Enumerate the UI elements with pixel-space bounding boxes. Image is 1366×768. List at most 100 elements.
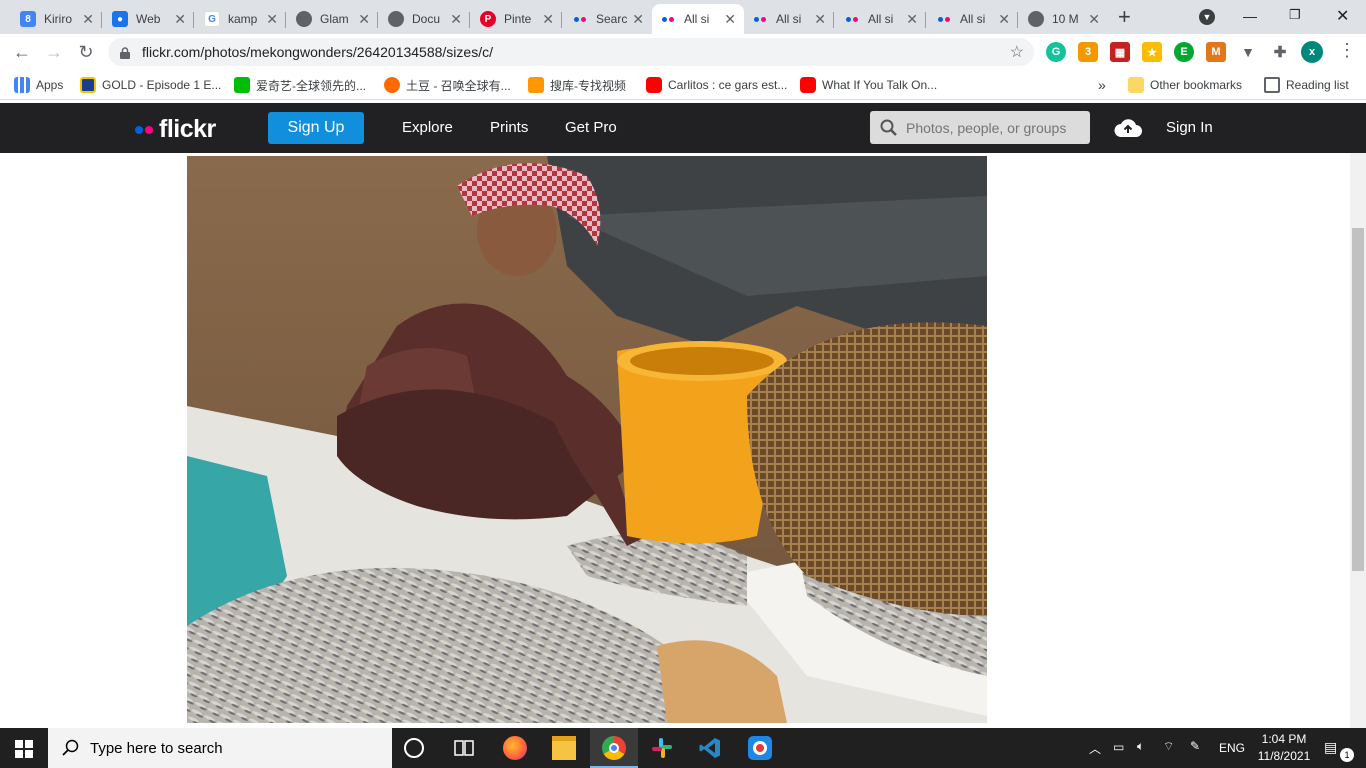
new-tab-button[interactable]: + xyxy=(1118,4,1131,30)
chrome-taskbar-active[interactable] xyxy=(590,728,638,768)
browser-tab[interactable]: G kamp ✕ xyxy=(196,4,286,34)
bookmarks-bar: Apps GOLD - Episode 1 E... 爱奇艺-全球领先的... … xyxy=(0,70,1366,100)
other-bookmarks[interactable]: Other bookmarks xyxy=(1128,77,1242,93)
reload-button[interactable]: ↻ xyxy=(74,40,98,64)
browser-tab[interactable]: ● Web ✕ xyxy=(104,4,194,34)
restore-button[interactable]: ❐ xyxy=(1289,7,1301,23)
tab-title: Docu xyxy=(412,12,441,26)
close-tab-icon[interactable]: ✕ xyxy=(1088,11,1100,28)
tab-search-icon[interactable]: ▼ xyxy=(1199,9,1215,25)
flickr-logo[interactable]: flickr xyxy=(135,115,216,144)
metamask-extension-icon[interactable]: M xyxy=(1206,42,1226,62)
clock-time[interactable]: 1:04 PM xyxy=(1258,732,1310,746)
show-hidden-icons-chevron[interactable]: ︿ xyxy=(1089,740,1101,757)
lock-icon[interactable] xyxy=(120,46,130,59)
address-bar[interactable]: flickr.com/photos/mekongwonders/26420134… xyxy=(108,38,1034,66)
browser-tab[interactable]: Glam ✕ xyxy=(288,4,378,34)
close-tab-icon[interactable]: ✕ xyxy=(266,11,278,28)
browser-tab[interactable]: 10 M ✕ xyxy=(1020,4,1108,34)
sign-in-link[interactable]: Sign In xyxy=(1166,119,1213,136)
search-icon xyxy=(880,119,897,136)
volume-icon[interactable]: 🔈︎ xyxy=(1137,739,1144,754)
vscode-icon[interactable] xyxy=(698,736,722,760)
game-extension-icon[interactable]: ▦ xyxy=(1110,42,1130,62)
taskbar-search-box[interactable]: Type here to search xyxy=(48,728,392,768)
close-window-button[interactable]: ✕ xyxy=(1336,6,1349,26)
bookmark-item[interactable]: 搜库-专找视频 xyxy=(528,77,626,93)
main-photo[interactable] xyxy=(187,156,987,723)
get-pro-link[interactable]: Get Pro xyxy=(565,119,617,136)
browser-tab[interactable]: P Pinte ✕ xyxy=(472,4,562,34)
task-view-icon[interactable] xyxy=(452,736,476,760)
slack-icon[interactable] xyxy=(650,736,674,760)
bookmark-label: 土豆 - 召唤全球有... xyxy=(406,78,511,93)
close-tab-icon[interactable]: ✕ xyxy=(998,11,1010,28)
menu-kebab-icon[interactable]: ⋮ xyxy=(1338,40,1356,61)
explore-link[interactable]: Explore xyxy=(402,119,453,136)
rss-extension-icon[interactable]: 3 xyxy=(1078,42,1098,62)
windows-start-icon[interactable] xyxy=(15,740,33,761)
reading-list[interactable]: Reading list xyxy=(1264,77,1349,93)
extensions-puzzle-icon[interactable]: ✚ xyxy=(1270,42,1290,62)
cortana-icon[interactable] xyxy=(404,738,424,758)
grammarly-extension-icon[interactable]: G xyxy=(1046,42,1066,62)
upload-cloud-icon[interactable] xyxy=(1113,117,1143,142)
browser-tab[interactable]: All si ✕ xyxy=(836,4,926,34)
tab-title: Glam xyxy=(320,12,349,26)
bookmark-item[interactable]: Carlitos : ce gars est... xyxy=(646,77,787,93)
close-tab-icon[interactable]: ✕ xyxy=(450,11,462,28)
back-button[interactable]: ← xyxy=(10,40,34,64)
close-tab-icon[interactable]: ✕ xyxy=(174,11,186,28)
firefox-icon[interactable] xyxy=(503,736,527,760)
browser-tab[interactable]: Docu ✕ xyxy=(380,4,470,34)
scrollbar-thumb[interactable] xyxy=(1352,228,1364,571)
search-icon xyxy=(62,739,79,756)
flickr-icon xyxy=(660,11,676,27)
sign-up-button[interactable]: Sign Up xyxy=(268,112,364,144)
forward-button[interactable]: → xyxy=(42,40,66,64)
page-content xyxy=(0,153,1350,728)
pen-icon[interactable]: ✎ xyxy=(1190,739,1200,753)
browser-tab[interactable]: Searc ✕ xyxy=(564,4,652,34)
url-text[interactable]: flickr.com/photos/mekongwonders/26420134… xyxy=(142,44,493,60)
close-tab-icon[interactable]: ✕ xyxy=(632,11,644,28)
file-explorer-icon[interactable] xyxy=(552,736,576,760)
evernote-extension-icon[interactable]: E xyxy=(1174,42,1194,62)
profile-avatar[interactable]: x xyxy=(1301,41,1323,63)
star-extension-icon[interactable]: ★ xyxy=(1142,42,1162,62)
flickr-search-box[interactable] xyxy=(870,111,1090,144)
notifications-count-badge: 1 xyxy=(1340,748,1354,762)
browser-tab[interactable]: 8 Kiriro ✕ xyxy=(12,4,102,34)
clock-date[interactable]: 11/8/2021 xyxy=(1256,749,1312,763)
bookmark-apps[interactable]: Apps xyxy=(14,77,63,93)
close-tab-icon[interactable]: ✕ xyxy=(82,11,94,28)
screen-recorder-icon[interactable] xyxy=(748,736,772,760)
wifi-icon[interactable]: ⌔ xyxy=(1163,739,1174,754)
bookmarks-overflow-button[interactable]: » xyxy=(1098,77,1106,93)
close-tab-icon[interactable]: ✕ xyxy=(906,11,918,28)
flickr-icon xyxy=(844,11,860,27)
browser-tab-active[interactable]: All si ✕ xyxy=(652,4,744,34)
bookmark-item[interactable]: GOLD - Episode 1 E... xyxy=(80,77,221,93)
close-tab-icon[interactable]: ✕ xyxy=(724,11,736,28)
bookmark-label: Reading list xyxy=(1286,78,1349,92)
language-indicator[interactable]: ENG xyxy=(1219,741,1245,755)
tab-title: All si xyxy=(776,12,802,26)
close-tab-icon[interactable]: ✕ xyxy=(814,11,826,28)
close-tab-icon[interactable]: ✕ xyxy=(542,11,554,28)
browser-tab[interactable]: All si ✕ xyxy=(744,4,834,34)
bookmark-item[interactable]: What If You Talk On... xyxy=(800,77,937,93)
flickr-icon xyxy=(936,11,952,27)
flickr-search-input[interactable] xyxy=(906,119,1086,136)
close-tab-icon[interactable]: ✕ xyxy=(358,11,370,28)
bookmark-item[interactable]: 爱奇艺-全球领先的... xyxy=(234,77,366,93)
battery-icon[interactable]: ▭ xyxy=(1113,740,1124,754)
prints-link[interactable]: Prints xyxy=(490,119,528,136)
bookmark-star-icon[interactable]: ☆ xyxy=(1010,42,1024,62)
browser-tab[interactable]: All si ✕ xyxy=(928,4,1018,34)
bookmark-item[interactable]: 土豆 - 召唤全球有... xyxy=(384,77,511,93)
notifications-icon[interactable]: ▤ xyxy=(1324,739,1337,756)
v-extension-icon[interactable]: ▼ xyxy=(1238,42,1258,62)
minimize-button[interactable]: — xyxy=(1243,8,1257,24)
tab-title: Pinte xyxy=(504,12,532,26)
